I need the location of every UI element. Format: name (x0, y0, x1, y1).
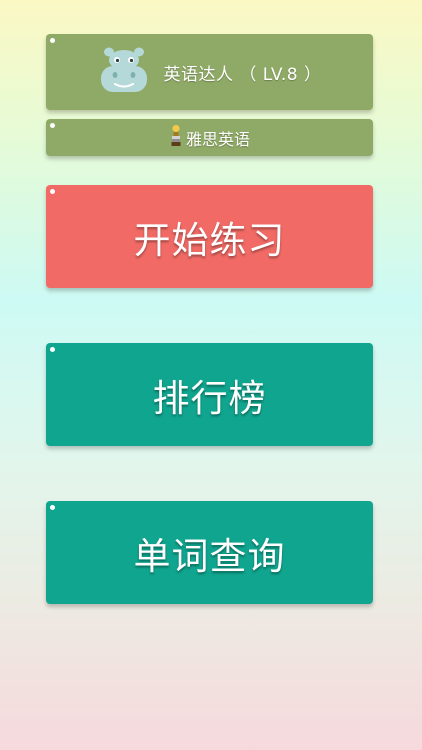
start-practice-label: 开始练习 (133, 218, 286, 262)
hippo-icon (98, 46, 150, 98)
pin-dot (50, 123, 55, 128)
start-practice-button[interactable]: 开始练习 (46, 185, 373, 288)
category-content: 雅思英语 (169, 124, 250, 152)
category-label: 雅思英语 (185, 129, 250, 149)
word-lookup-button[interactable]: 单词查询 (46, 501, 373, 604)
pin-dot (50, 189, 55, 194)
pin-dot (50, 38, 55, 43)
leaderboard-label: 排行榜 (152, 376, 267, 420)
pin-dot (50, 347, 55, 352)
profile-card[interactable]: 英语达人 （ LV.8 ） (46, 34, 373, 110)
category-card[interactable]: 雅思英语 (46, 119, 373, 156)
profile-content: 英语达人 （ LV.8 ） (98, 46, 322, 98)
pin-dot (50, 505, 55, 510)
word-lookup-label: 单词查询 (133, 534, 286, 578)
profile-title: 英语达人 （ LV.8 ） (163, 64, 322, 85)
trophy-icon (169, 124, 183, 152)
leaderboard-button[interactable]: 排行榜 (46, 343, 373, 446)
